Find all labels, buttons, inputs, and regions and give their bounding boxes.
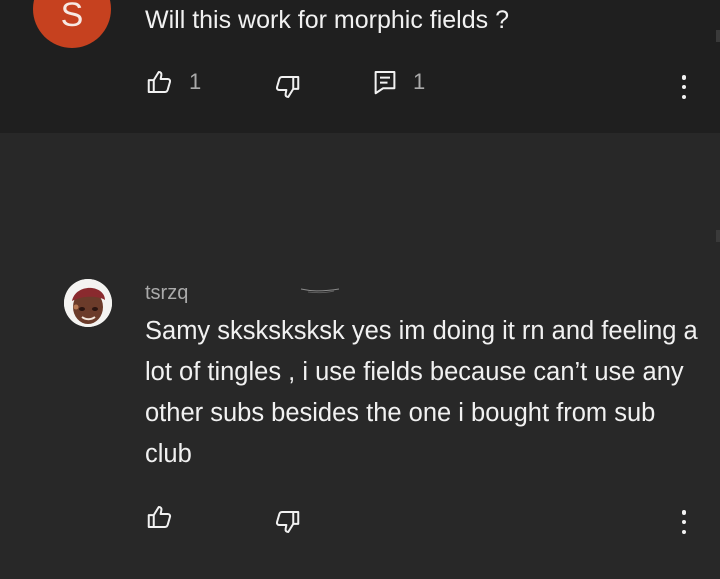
- avatar-letter: S: [60, 0, 84, 34]
- avatar[interactable]: [64, 279, 112, 327]
- thumbs-down-icon[interactable]: [272, 507, 302, 537]
- reply-comment-icon[interactable]: [370, 67, 400, 97]
- thumbs-up-icon[interactable]: [145, 67, 175, 97]
- username[interactable]: tsrzq: [145, 282, 188, 305]
- comment-text: Samy sksksksksk yes im doing it rn and f…: [145, 317, 698, 468]
- scroll-edge: [716, 230, 720, 242]
- scroll-edge: [716, 30, 720, 42]
- more-vert-icon[interactable]: [679, 507, 689, 537]
- comment-actions: 1 1: [0, 67, 720, 107]
- comment-actions: [0, 502, 720, 542]
- comment-text: Will this work for morphic fields ?: [145, 6, 509, 34]
- more-vert-icon[interactable]: [679, 72, 689, 102]
- smudge-mark: [300, 288, 340, 294]
- thumbs-down-icon[interactable]: [272, 72, 302, 102]
- avatar[interactable]: S: [33, 0, 111, 48]
- comment-1: S Will this work for morphic fields ? 1 …: [0, 0, 720, 133]
- thumbs-up-icon[interactable]: [145, 502, 175, 532]
- like-count: 1: [189, 69, 202, 94]
- reply-count: 1: [413, 69, 426, 94]
